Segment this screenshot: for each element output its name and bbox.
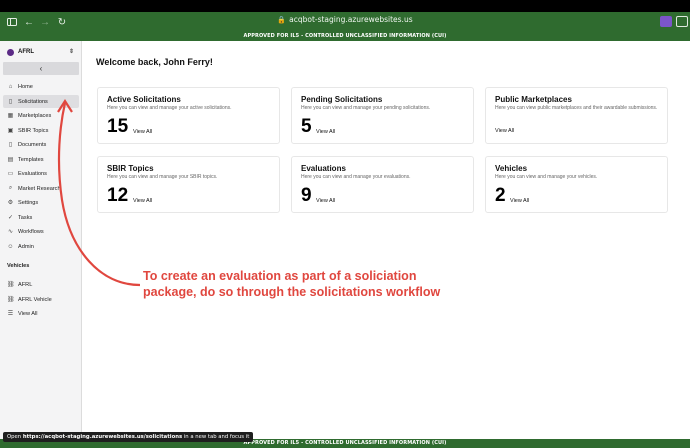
classification-banner-top: APPROVED FOR IL5 - CONTROLLED UNCLASSIFI…: [0, 32, 690, 41]
card-title: Evaluations: [301, 164, 346, 173]
evaluations-icon: ▭: [7, 171, 14, 177]
sidebar: AFRL ⇕ ‹ ⌂ Home ▯ Solicitations ▦ Marketplace…: [0, 41, 82, 439]
card-evaluations: Evaluations Here you can view and manage …: [291, 156, 474, 213]
card-count: 9: [301, 185, 312, 206]
sidebar-item-settings[interactable]: ⚙ Settings: [3, 196, 79, 209]
link-icon: ⛓: [7, 282, 15, 288]
card-count: 12: [107, 185, 129, 206]
sidebar-item-label: Documents: [18, 141, 47, 148]
card-description: Here you can view and manage your active…: [107, 105, 232, 111]
annotation-text: To create an evaluation as part of a sol…: [143, 268, 543, 300]
vehicle-item-afrl[interactable]: ⛓ AFRL: [3, 278, 79, 291]
url-text: acqbot-staging.azurewebsites.us: [289, 15, 413, 24]
org-switcher[interactable]: AFRL ⇕: [4, 45, 78, 59]
lock-icon: 🔒: [277, 16, 287, 24]
org-avatar-icon: [7, 48, 14, 56]
marketplaces-icon: ▦: [7, 113, 14, 119]
chevron-left-icon: ‹: [39, 64, 43, 73]
card-description: Here you can view public marketplaces an…: [495, 105, 658, 111]
card-title: Pending Solicitations: [301, 95, 383, 104]
org-name: AFRL: [18, 49, 34, 55]
sidebar-item-home[interactable]: ⌂ Home: [3, 80, 79, 93]
card-count: 5: [301, 116, 312, 137]
card-public-marketplaces: Public Marketplaces Here you can view pub…: [485, 87, 668, 144]
card-title: SBIR Topics: [107, 164, 154, 173]
sidebar-item-templates[interactable]: ▤ Templates: [3, 153, 79, 166]
card-active-solicitations: Active Solicitations Here you can view an…: [97, 87, 280, 144]
documents-icon: ▯: [8, 142, 13, 148]
sidebar-item-admin[interactable]: ☺ Admin: [3, 240, 79, 253]
sidebar-item-solicitations[interactable]: ▯ Solicitations: [3, 95, 79, 108]
market-research-icon: ⌕: [8, 185, 13, 191]
chevron-updown-icon: ⇕: [68, 49, 74, 55]
sidebar-item-label: Home: [18, 83, 33, 90]
sidebar-item-label: Evaluations: [18, 170, 47, 177]
view-all-link[interactable]: View All: [133, 198, 152, 204]
workflows-icon: ∿: [7, 229, 14, 235]
sidebar-item-label: Templates: [18, 156, 44, 163]
sidebar-item-sbir-topics[interactable]: ▣ SBIR Topics: [3, 124, 79, 137]
sbir-topics-icon: ▣: [7, 128, 14, 134]
card-pending-solicitations: Pending Solicitations Here you can view a…: [291, 87, 474, 144]
status-suffix: in a new tab and focus it: [182, 434, 250, 440]
tasks-icon: ✓: [7, 215, 14, 221]
sidebar-collapse-button[interactable]: ‹: [3, 62, 79, 75]
status-link: https://acqbot-staging.azurewebsites.us/…: [22, 434, 183, 440]
link-status-tooltip: Open https://acqbot-staging.azurewebsite…: [3, 432, 254, 442]
sidebar-item-evaluations[interactable]: ▭ Evaluations: [3, 167, 79, 180]
list-icon: ☰: [7, 311, 14, 317]
sidebar-item-label: Solicitations: [18, 98, 48, 105]
extension-icon[interactable]: [660, 16, 672, 27]
card-description: Here you can view and manage your pendin…: [301, 105, 431, 111]
link-icon: ⛓: [7, 297, 15, 303]
status-prefix: Open: [7, 434, 23, 440]
annotation-line-1: To create an evaluation as part of a sol…: [143, 269, 417, 283]
sidebar-item-documents[interactable]: ▯ Documents: [3, 138, 79, 151]
annotation-line-2: package, do so through the solicitations…: [143, 285, 441, 299]
vehicle-item-label: View All: [18, 310, 38, 317]
vehicle-item-label: AFRL: [18, 281, 33, 288]
sidebar-item-label: Marketplaces: [18, 112, 52, 119]
admin-icon: ☺: [7, 243, 14, 250]
sidebar-item-label: Market Research: [18, 185, 61, 192]
card-description: Here you can view and manage your vehicl…: [495, 174, 598, 180]
home-icon: ⌂: [8, 83, 13, 90]
card-count: 15: [107, 116, 129, 137]
vehicle-item-afrl-vehicle[interactable]: ⛓ AFRL Vehicle: [3, 293, 79, 306]
sidebar-item-label: Workflows: [18, 228, 44, 235]
sidebar-item-label: Settings: [18, 199, 39, 206]
card-count: 2: [495, 185, 506, 206]
view-all-link[interactable]: View All: [316, 198, 335, 204]
card-title: Vehicles: [495, 164, 528, 173]
card-description: Here you can view and manage your SBIR t…: [107, 174, 218, 180]
view-all-link[interactable]: View All: [133, 129, 152, 135]
templates-icon: ▤: [7, 157, 14, 163]
sidebar-item-tasks[interactable]: ✓ Tasks: [3, 211, 79, 224]
card-title: Public Marketplaces: [495, 95, 572, 104]
solicitations-icon: ▯: [8, 99, 13, 105]
browser-toolbar: ← → ↻ 🔒 acqbot-staging.azurewebsites.us: [0, 12, 690, 32]
page-title: Welcome back, John Ferry!: [96, 57, 213, 67]
dashboard-main: Welcome back, John Ferry! Active Solicit…: [83, 41, 690, 439]
vehicles-section-label: Vehicles: [7, 263, 30, 269]
card-sbir-topics: SBIR Topics Here you can view and manage …: [97, 156, 280, 213]
sidebar-item-marketplaces[interactable]: ▦ Marketplaces: [3, 109, 79, 122]
sidebar-item-market-research[interactable]: ⌕ Market Research: [3, 182, 79, 195]
address-bar[interactable]: 🔒 acqbot-staging.azurewebsites.us: [0, 15, 690, 24]
vehicle-item-label: AFRL Vehicle: [18, 296, 52, 303]
view-all-link[interactable]: View All: [510, 198, 529, 204]
sidebar-item-label: SBIR Topics: [18, 127, 49, 134]
settings-icon: ⚙: [7, 200, 14, 206]
sidebar-item-label: Admin: [18, 243, 34, 250]
sidebar-item-workflows[interactable]: ∿ Workflows: [3, 225, 79, 238]
top-bezel: [0, 0, 690, 12]
sidebar-item-label: Tasks: [18, 214, 33, 221]
vehicle-item-view-all[interactable]: ☰ View All: [3, 307, 79, 320]
view-all-link[interactable]: View All: [316, 129, 335, 135]
card-vehicles: Vehicles Here you can view and manage you…: [485, 156, 668, 213]
card-title: Active Solicitations: [107, 95, 181, 104]
tabs-overview-icon[interactable]: [676, 16, 688, 27]
view-all-link[interactable]: View All: [495, 128, 514, 134]
card-description: Here you can view and manage your evalua…: [301, 174, 411, 180]
